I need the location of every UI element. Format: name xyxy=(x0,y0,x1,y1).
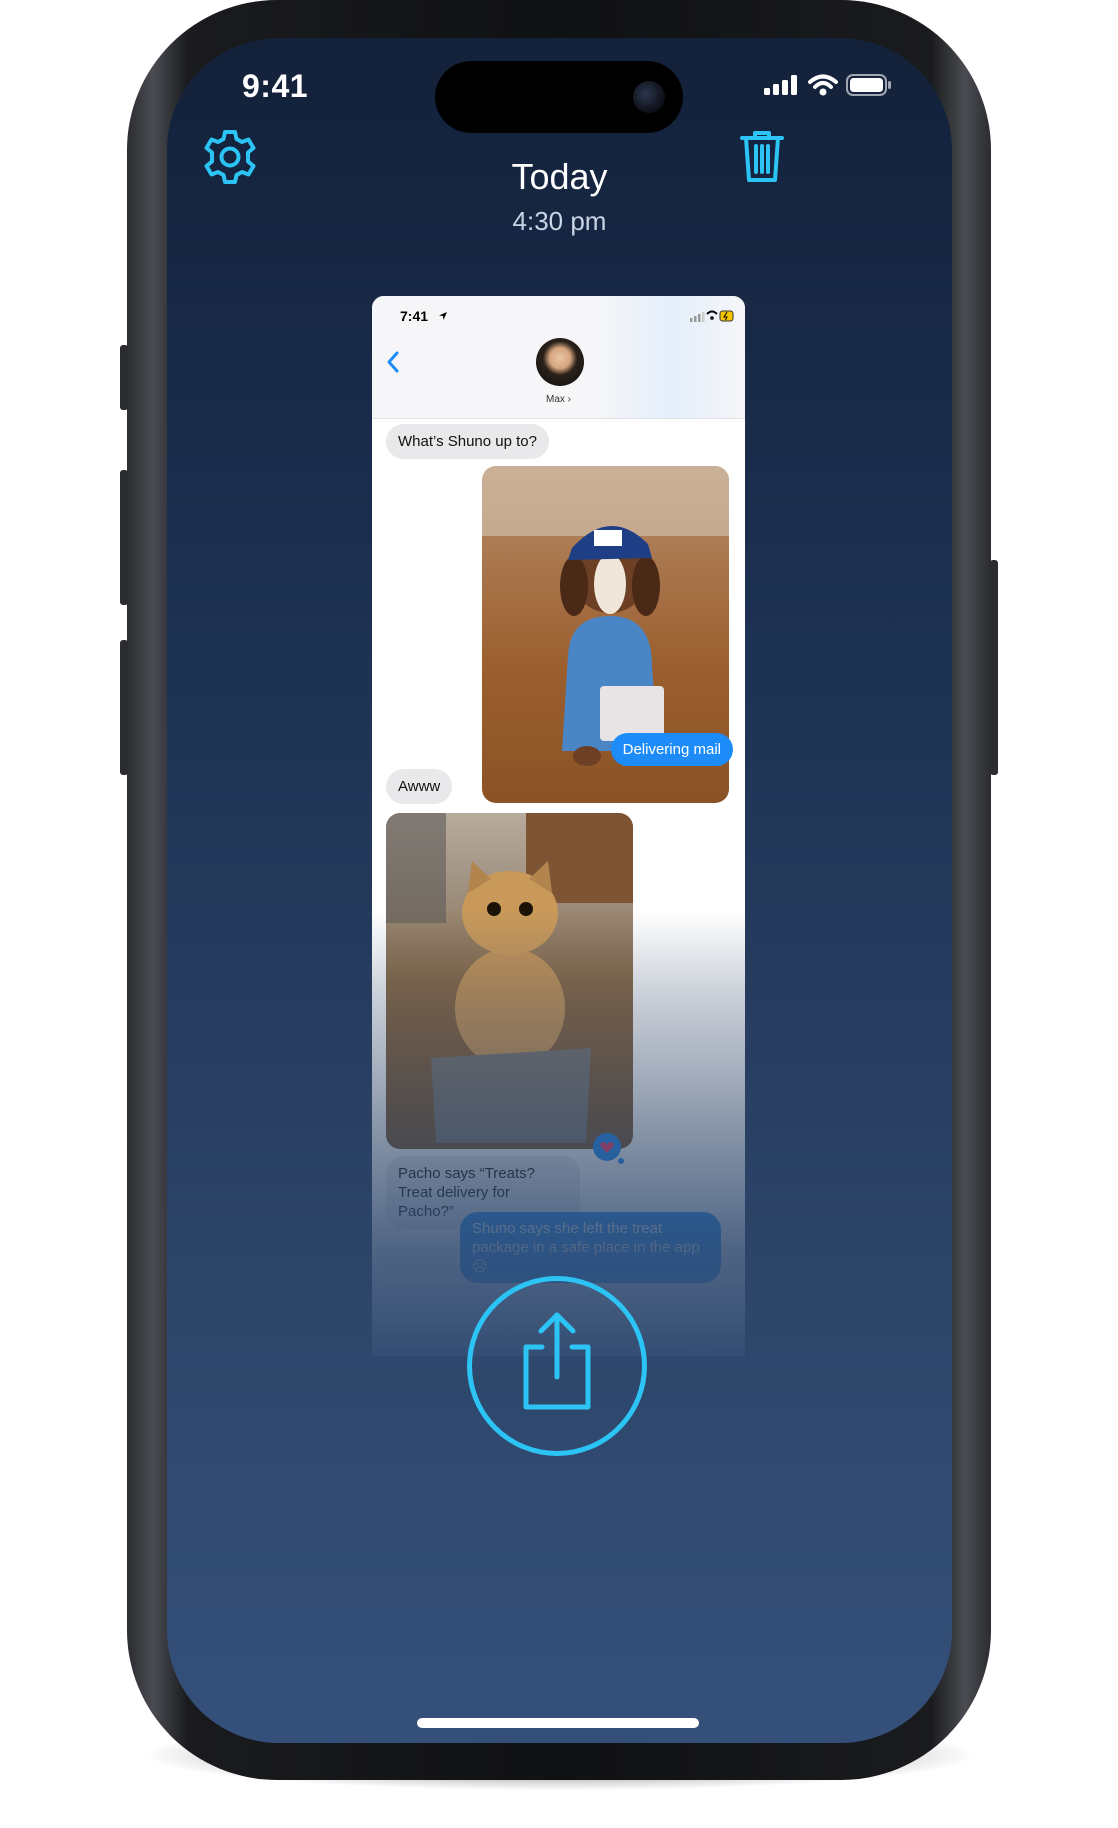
messages-nav-bar: 7:41 Max › xyxy=(372,296,745,419)
app-screen: 9:41 Today 4:30 pm 7:41 Max › What’s Shu… xyxy=(167,38,952,1743)
message-outgoing: Delivering mail xyxy=(610,733,733,766)
screenshot-status-icons xyxy=(690,310,734,322)
heart-tapback-icon xyxy=(593,1133,624,1164)
contact-avatar[interactable] xyxy=(536,338,584,386)
share-icon xyxy=(523,1312,591,1410)
back-chevron-icon[interactable] xyxy=(386,350,400,374)
page-title: Today xyxy=(511,156,608,197)
cat-on-scratcher xyxy=(386,813,633,1143)
front-camera xyxy=(633,81,665,113)
cat-photo[interactable] xyxy=(386,813,633,1149)
read-receipt: Read 7:38 PM xyxy=(667,1345,731,1356)
power-button xyxy=(990,560,998,775)
contact-name[interactable]: Max › xyxy=(372,394,745,405)
trash-icon xyxy=(740,131,784,182)
location-arrow-icon xyxy=(439,312,447,320)
message-outgoing: Shuno says she left the treat package in… xyxy=(460,1212,721,1283)
capture-time: 4:30 pm xyxy=(512,206,607,236)
share-button[interactable] xyxy=(467,1276,647,1456)
volume-up-button xyxy=(120,470,128,605)
message-incoming: Awww xyxy=(386,769,453,804)
screenshot-status-time: 7:41 xyxy=(400,308,429,324)
status-icons xyxy=(764,74,892,96)
dynamic-island xyxy=(435,61,683,133)
sad-emoji-icon: ☹ xyxy=(472,1258,488,1275)
home-indicator[interactable] xyxy=(417,1718,699,1728)
delete-button[interactable] xyxy=(739,128,785,189)
action-button xyxy=(120,345,128,410)
wifi-icon xyxy=(808,74,838,96)
volume-down-button xyxy=(120,640,128,775)
screenshot-preview[interactable]: 7:41 Max › What’s Shuno up to? Deliverin… xyxy=(372,296,745,1356)
battery-icon xyxy=(846,74,891,96)
cellular-signal-icon xyxy=(764,75,797,95)
message-incoming: What’s Shuno up to? xyxy=(386,424,549,459)
status-time: 9:41 xyxy=(242,68,309,104)
